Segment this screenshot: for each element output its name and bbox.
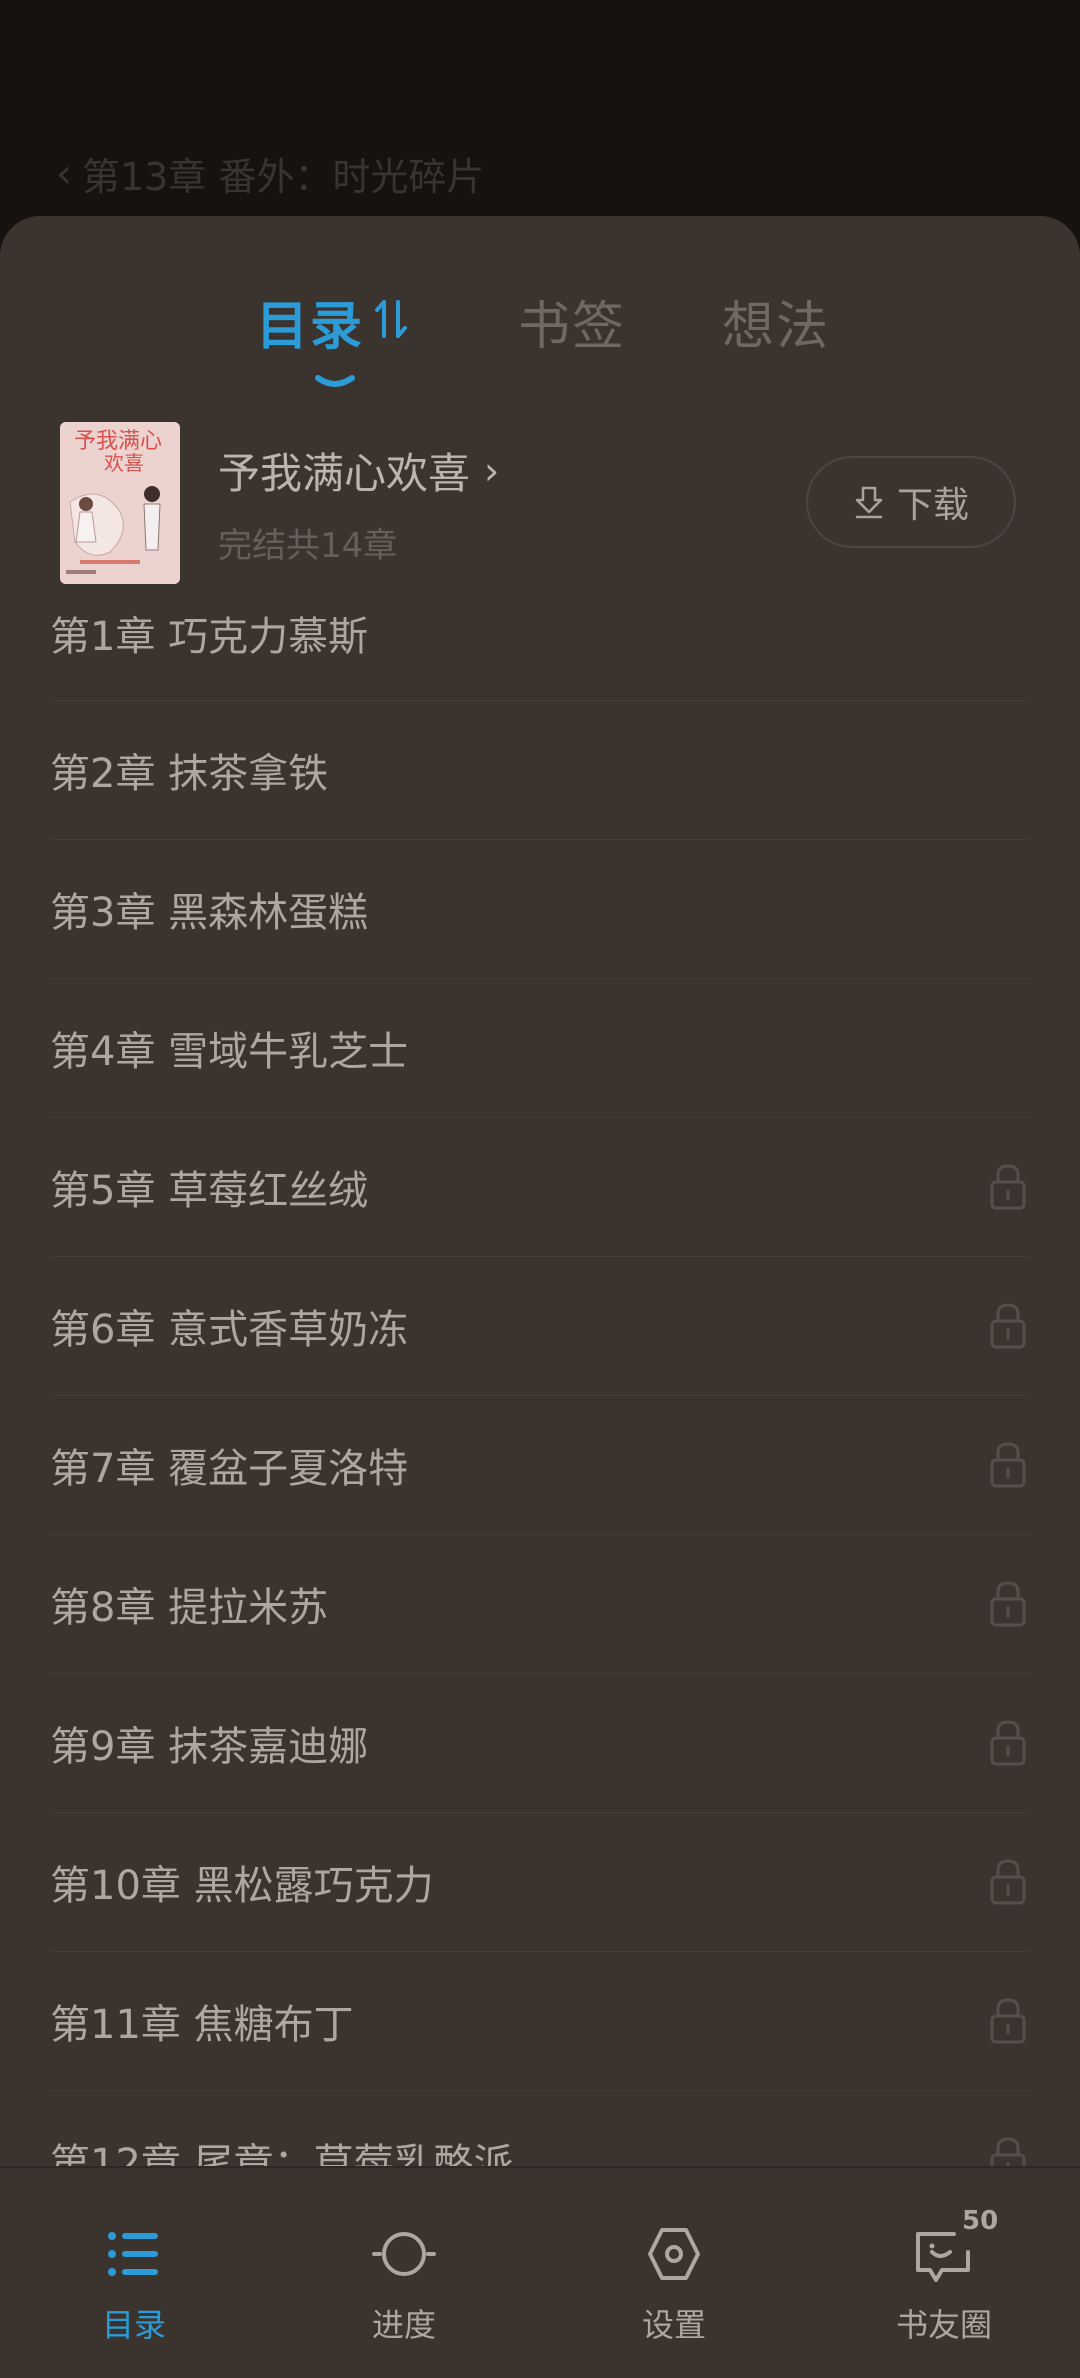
lock-icon [990,1998,1026,2044]
chapter-title: 第4章 雪域牛乳芝士 [50,1029,409,1075]
chapter-item[interactable]: 第10章 黑松露巧克力 [50,1813,1030,1952]
chapter-item[interactable]: 第7章 覆盆子夏洛特 [50,1396,1030,1535]
download-button[interactable]: 下载 [806,456,1016,548]
chapter-item[interactable]: 第6章 意式香草奶冻 [50,1257,1030,1396]
background-chapter-title: ‹ 第13章 番外：时光碎片 [56,146,484,201]
catalog-sheet: 目录 书签 想法 予我满心 欢喜 予我满心欢喜 › 完结共14章 下载 第1章 … [0,216,1080,2376]
chapter-title: 第3章 黑森林蛋糕 [50,890,369,936]
chapter-title: 第10章 黑松露巧克力 [50,1863,434,1909]
chapter-item[interactable]: 第3章 黑森林蛋糕 [50,840,1030,979]
chapter-item[interactable]: 第2章 抹茶拿铁 [50,701,1030,840]
nav-settings[interactable]: 设置 [574,2218,774,2358]
tab-notes[interactable]: 想法 [722,284,830,359]
book-title: 予我满心欢喜 [218,449,471,498]
chapter-title: 第8章 提拉米苏 [50,1585,329,1631]
book-title-link[interactable]: 予我满心欢喜 › [218,440,499,501]
chapter-item[interactable]: 第11章 焦糖布丁 [50,1952,1030,2091]
lock-icon [990,1720,1026,1766]
chapter-item[interactable]: 第9章 抹茶嘉迪娜 [50,1674,1030,1813]
chapter-title: 第9章 抹茶嘉迪娜 [50,1724,369,1770]
book-status: 完结共14章 [218,526,398,566]
chapter-item[interactable]: 第5章 草莓红丝绒 [50,1118,1030,1257]
chapter-item[interactable]: 第4章 雪域牛乳芝士 [50,979,1030,1118]
nav-toc[interactable]: 目录 [34,2218,234,2358]
chapter-title: 第5章 草莓红丝绒 [50,1168,369,1214]
sort-toggle-icon[interactable] [372,294,412,344]
nav-book-circle[interactable]: 50 书友圈 [844,2206,1044,2358]
nav-progress[interactable]: 进度 [304,2218,504,2358]
nav-progress-label: 进度 [371,2306,436,2344]
tab-active-indicator [315,375,355,387]
chapter-title: 第7章 覆盆子夏洛特 [50,1446,409,1492]
chapter-title: 第2章 抹茶拿铁 [50,751,329,797]
chevron-left-icon: ‹ [56,150,72,197]
chevron-right-icon: › [484,448,500,493]
chapter-title: 第11章 焦糖布丁 [50,2002,354,2048]
nav-book-circle-label: 书友圈 [895,2306,992,2344]
nav-settings-label: 设置 [641,2306,706,2344]
cover-title-art-2: 欢喜 [104,451,144,475]
chapter-item[interactable]: 第1章 巧克力慕斯 [50,596,1030,701]
tab-bookmarks[interactable]: 书签 [518,284,626,359]
download-label: 下载 [896,485,969,526]
list-icon [108,2232,158,2276]
chapter-title: 第6章 意式香草奶冻 [50,1307,409,1353]
settings-icon [648,2228,700,2280]
lock-icon [990,1442,1026,1488]
lock-icon [990,1581,1026,1627]
tab-bar: 目录 书签 想法 [0,264,1080,387]
background-chapter-label: 第13章 番外：时光碎片 [82,155,485,199]
download-icon [855,486,883,519]
tab-toc[interactable]: 目录 [256,284,364,359]
progress-icon [372,2232,436,2276]
lock-icon [990,1859,1026,1905]
nav-toc-label: 目录 [101,2306,166,2344]
book-cover[interactable]: 予我满心 欢喜 [60,422,180,584]
notification-badge: 50 [962,2206,999,2236]
lock-icon [990,1164,1026,1210]
chapter-title: 第1章 巧克力慕斯 [50,614,369,660]
lock-icon [990,1303,1026,1349]
bottom-nav: 目录 进度 设置 50 书友圈 [0,2166,1080,2378]
chapter-list: 第1章 巧克力慕斯 第2章 抹茶拿铁 第3章 黑森林蛋糕 第4章 雪域牛乳芝士 … [0,596,1080,2230]
chapter-item[interactable]: 第8章 提拉米苏 [50,1535,1030,1674]
